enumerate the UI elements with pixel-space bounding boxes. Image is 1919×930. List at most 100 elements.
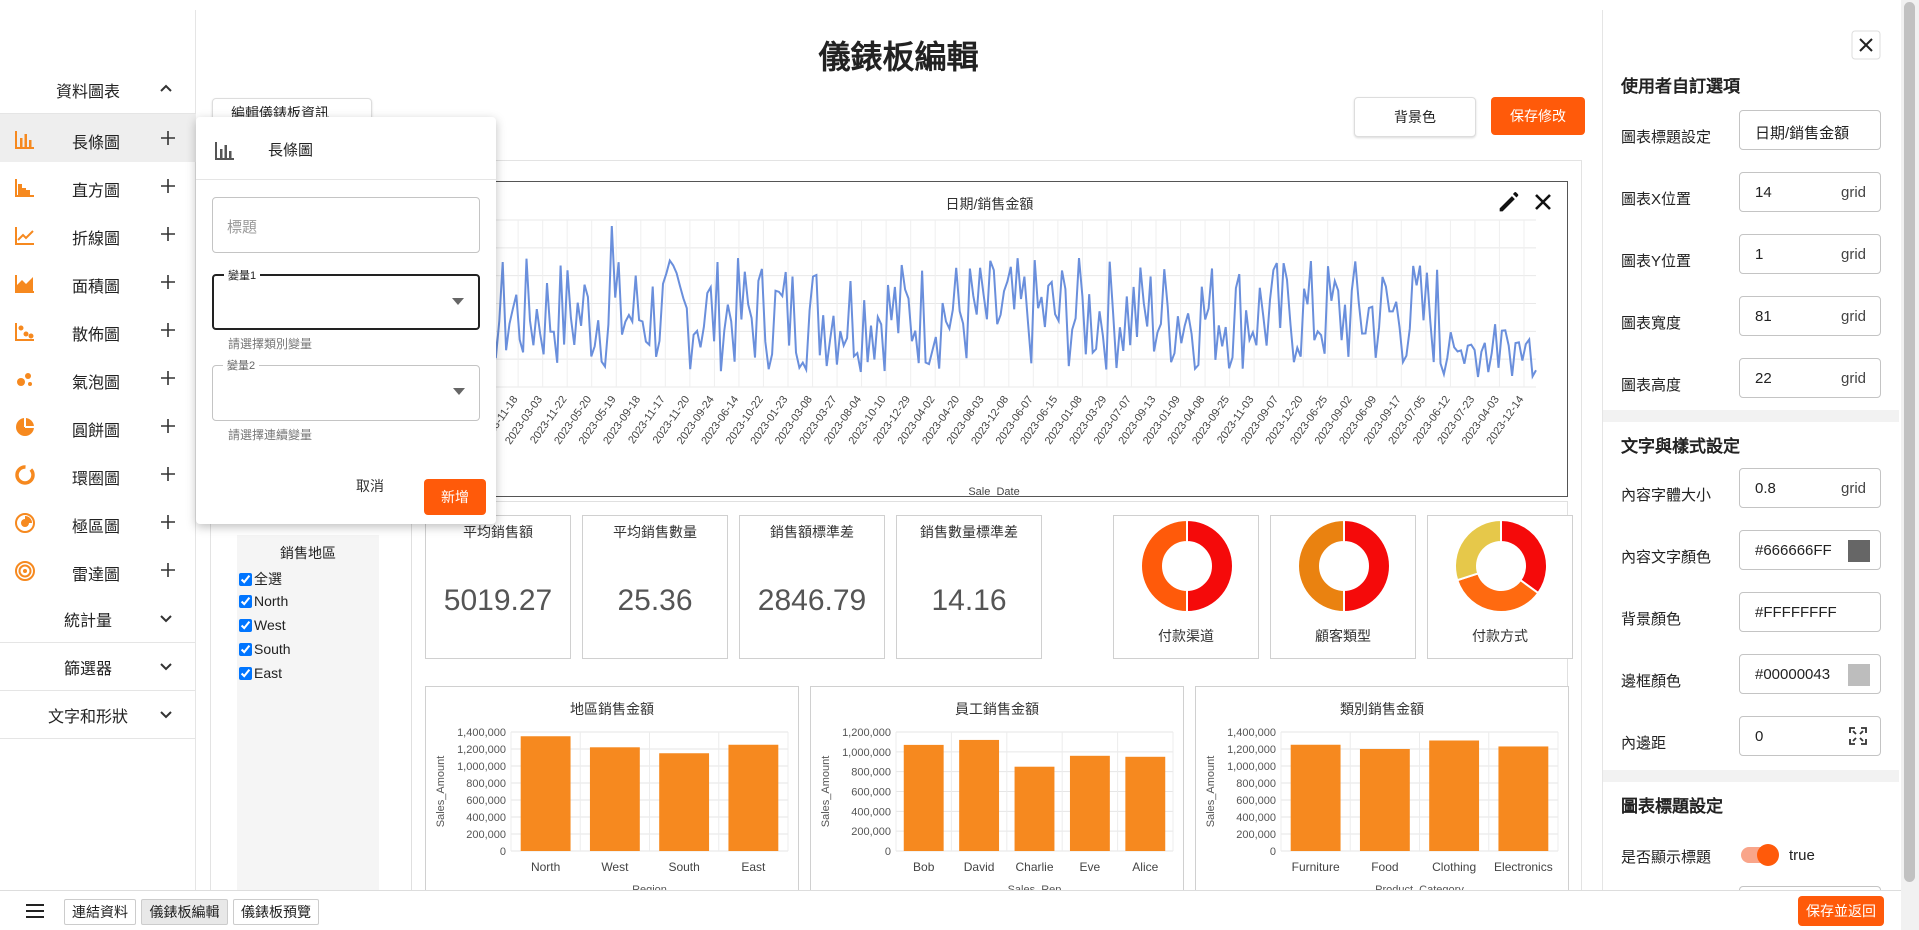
filter-checkbox[interactable] — [239, 666, 252, 680]
popup-add-button[interactable]: 新增 — [424, 479, 486, 515]
variable2-select[interactable]: 變量2 — [212, 357, 480, 421]
filter-checkbox[interactable] — [239, 594, 252, 608]
variable1-label: 變量1 — [224, 267, 261, 283]
show-title-toggle[interactable] — [1741, 844, 1779, 866]
section-data-charts[interactable]: 資料圖表 — [0, 66, 196, 114]
setting-input[interactable]: 14 grid — [1739, 172, 1881, 212]
setting-input[interactable]: #FFFFFFFF — [1739, 592, 1881, 632]
setting-input[interactable]: 0.8 grid — [1739, 468, 1881, 508]
kpi-card[interactable]: 銷售數量標準差 14.16 — [896, 515, 1042, 659]
y-tick-label: 1,200,000 — [842, 727, 891, 739]
sidebar-item-scatter-chart[interactable]: 散佈圖 — [0, 306, 196, 354]
donut-chart-card[interactable]: 顧客類型 — [1270, 515, 1416, 659]
filter-option[interactable]: West — [239, 617, 286, 633]
setting-value: 81 — [1755, 308, 1772, 325]
x-tick-label: Bob — [913, 860, 935, 874]
popup-cancel-button[interactable]: 取消 — [356, 476, 384, 496]
donut-chart-icon — [15, 465, 35, 485]
filter-checkbox[interactable] — [239, 572, 252, 586]
y-tick-label: 0 — [500, 846, 506, 858]
tab-dashboard-preview[interactable]: 儀錶板預覽 — [233, 899, 319, 925]
setting-input[interactable]: 81 grid — [1739, 296, 1881, 336]
setting-input[interactable]: #666666FF — [1739, 530, 1881, 570]
sidebar-item-polar-chart[interactable]: 極區圖 — [0, 498, 196, 546]
section-filters[interactable]: 篩選器 — [0, 643, 196, 691]
sidebar-item-donut-chart[interactable]: 環圈圖 — [0, 450, 196, 498]
plus-icon[interactable] — [158, 224, 178, 244]
plus-icon[interactable] — [158, 272, 178, 292]
tab-link-data[interactable]: 連結資料 — [64, 899, 136, 925]
donut-slice — [1140, 518, 1188, 614]
color-swatch[interactable] — [1848, 664, 1870, 686]
color-swatch[interactable] — [1848, 540, 1870, 562]
tab-dashboard-edit[interactable]: 儀錶板編輯 — [141, 899, 228, 925]
donut-chart-card[interactable]: 付款渠道 — [1113, 515, 1259, 659]
menu-icon[interactable] — [24, 902, 46, 920]
show-title-label: 是否顯示標題 — [1621, 849, 1712, 866]
sidebar-item-bubble-chart[interactable]: 氣泡圖 — [0, 354, 196, 402]
expand-icon[interactable] — [1848, 726, 1868, 746]
save-and-return-button[interactable]: 保存並返回 — [1798, 896, 1884, 926]
variable1-helper: 請選擇類別變量 — [228, 337, 313, 351]
filter-option[interactable]: 全選 — [239, 569, 282, 589]
plus-icon[interactable] — [158, 128, 178, 148]
tab-dashboard-edit-label: 儀錶板編輯 — [149, 904, 220, 920]
title-input[interactable]: 標題 — [212, 197, 480, 253]
setting-value: 0.8 — [1755, 480, 1776, 497]
setting-unit: grid — [1840, 480, 1866, 497]
setting-input[interactable]: 1 grid — [1739, 234, 1881, 274]
plus-icon[interactable] — [158, 512, 178, 532]
section-text-shapes[interactable]: 文字和形狀 — [0, 691, 196, 739]
section-statistics-label: 統計量 — [63, 612, 112, 630]
bar — [1014, 766, 1055, 851]
sidebar-item-label: 長條圖 — [72, 135, 121, 152]
filter-option[interactable]: South — [239, 641, 291, 657]
x-tick-label: David — [964, 860, 995, 874]
bar-chart-card[interactable]: 員工銷售金額 0 200,000 400,000 600,000 800,000 1,000… — [810, 686, 1184, 896]
plus-icon[interactable] — [158, 416, 178, 436]
plus-icon[interactable] — [158, 368, 178, 388]
filter-option[interactable]: North — [239, 593, 288, 609]
setting-input[interactable]: 22 grid — [1739, 358, 1881, 398]
tab-dashboard-preview-label: 儀錶板預覽 — [241, 904, 311, 920]
donut-chart-card[interactable]: 付款方式 — [1427, 515, 1573, 659]
kpi-card[interactable]: 平均銷售數量 25.36 — [582, 515, 728, 659]
line-chart-card[interactable]: 日期/銷售金額 062023-08-172023-01-042023-05-17… — [411, 181, 1568, 497]
filter-checkbox[interactable] — [239, 618, 252, 632]
sidebar-item-area-chart[interactable]: 面積圖 — [0, 258, 196, 306]
sidebar-item-histogram[interactable]: 直方圖 — [0, 162, 196, 210]
plus-icon[interactable] — [158, 464, 178, 484]
y-tick-label: 400,000 — [1236, 812, 1276, 824]
setting-input[interactable]: 0 — [1739, 716, 1881, 756]
setting-input[interactable]: #00000043 — [1739, 654, 1881, 694]
sidebar-item-bar-chart[interactable]: 長條圖 — [0, 114, 196, 162]
radar-chart-icon — [15, 561, 35, 581]
chevron-down-icon — [160, 663, 172, 671]
close-panel-icon[interactable] — [1851, 30, 1881, 60]
y-tick-label: 1,200,000 — [457, 744, 506, 756]
bar-chart-card[interactable]: 類別銷售金額 0 200,000 400,000 600,000 800,000 1,000… — [1195, 686, 1569, 896]
sidebar-item-line-chart[interactable]: 折線圖 — [0, 210, 196, 258]
filter-option-label: South — [254, 641, 291, 657]
save-changes-button[interactable]: 保存修改 — [1491, 97, 1585, 135]
kpi-card[interactable]: 平均銷售額 5019.27 — [425, 515, 571, 659]
filter-option[interactable]: East — [239, 665, 282, 681]
section-statistics[interactable]: 統計量 — [0, 595, 196, 643]
bar-chart-card[interactable]: 地區銷售金額 0 200,000 400,000 600,000 800,000 1,000… — [425, 686, 799, 896]
section-data-charts-label: 資料圖表 — [55, 83, 120, 101]
dropdown-arrow-icon — [453, 388, 465, 395]
sidebar-item-pie-chart[interactable]: 圓餅圖 — [0, 402, 196, 450]
kpi-card[interactable]: 銷售額標準差 2846.79 — [739, 515, 885, 659]
filter-checkbox[interactable] — [239, 642, 252, 656]
plus-icon[interactable] — [158, 176, 178, 196]
variable1-select[interactable]: 變量1 — [212, 267, 480, 330]
setting-input[interactable]: 日期/銷售金額 — [1739, 110, 1881, 150]
background-color-button[interactable]: 背景色 — [1354, 97, 1476, 137]
setting-label: 內容字體大小 — [1621, 487, 1712, 504]
plus-icon[interactable] — [158, 560, 178, 580]
sidebar-item-label: 直方圖 — [72, 183, 121, 200]
plus-icon[interactable] — [158, 320, 178, 340]
scrollbar-thumb[interactable] — [1904, 2, 1915, 882]
setting-label: 圖表Y位置 — [1621, 253, 1692, 270]
sidebar-item-radar-chart[interactable]: 雷達圖 — [0, 546, 196, 594]
